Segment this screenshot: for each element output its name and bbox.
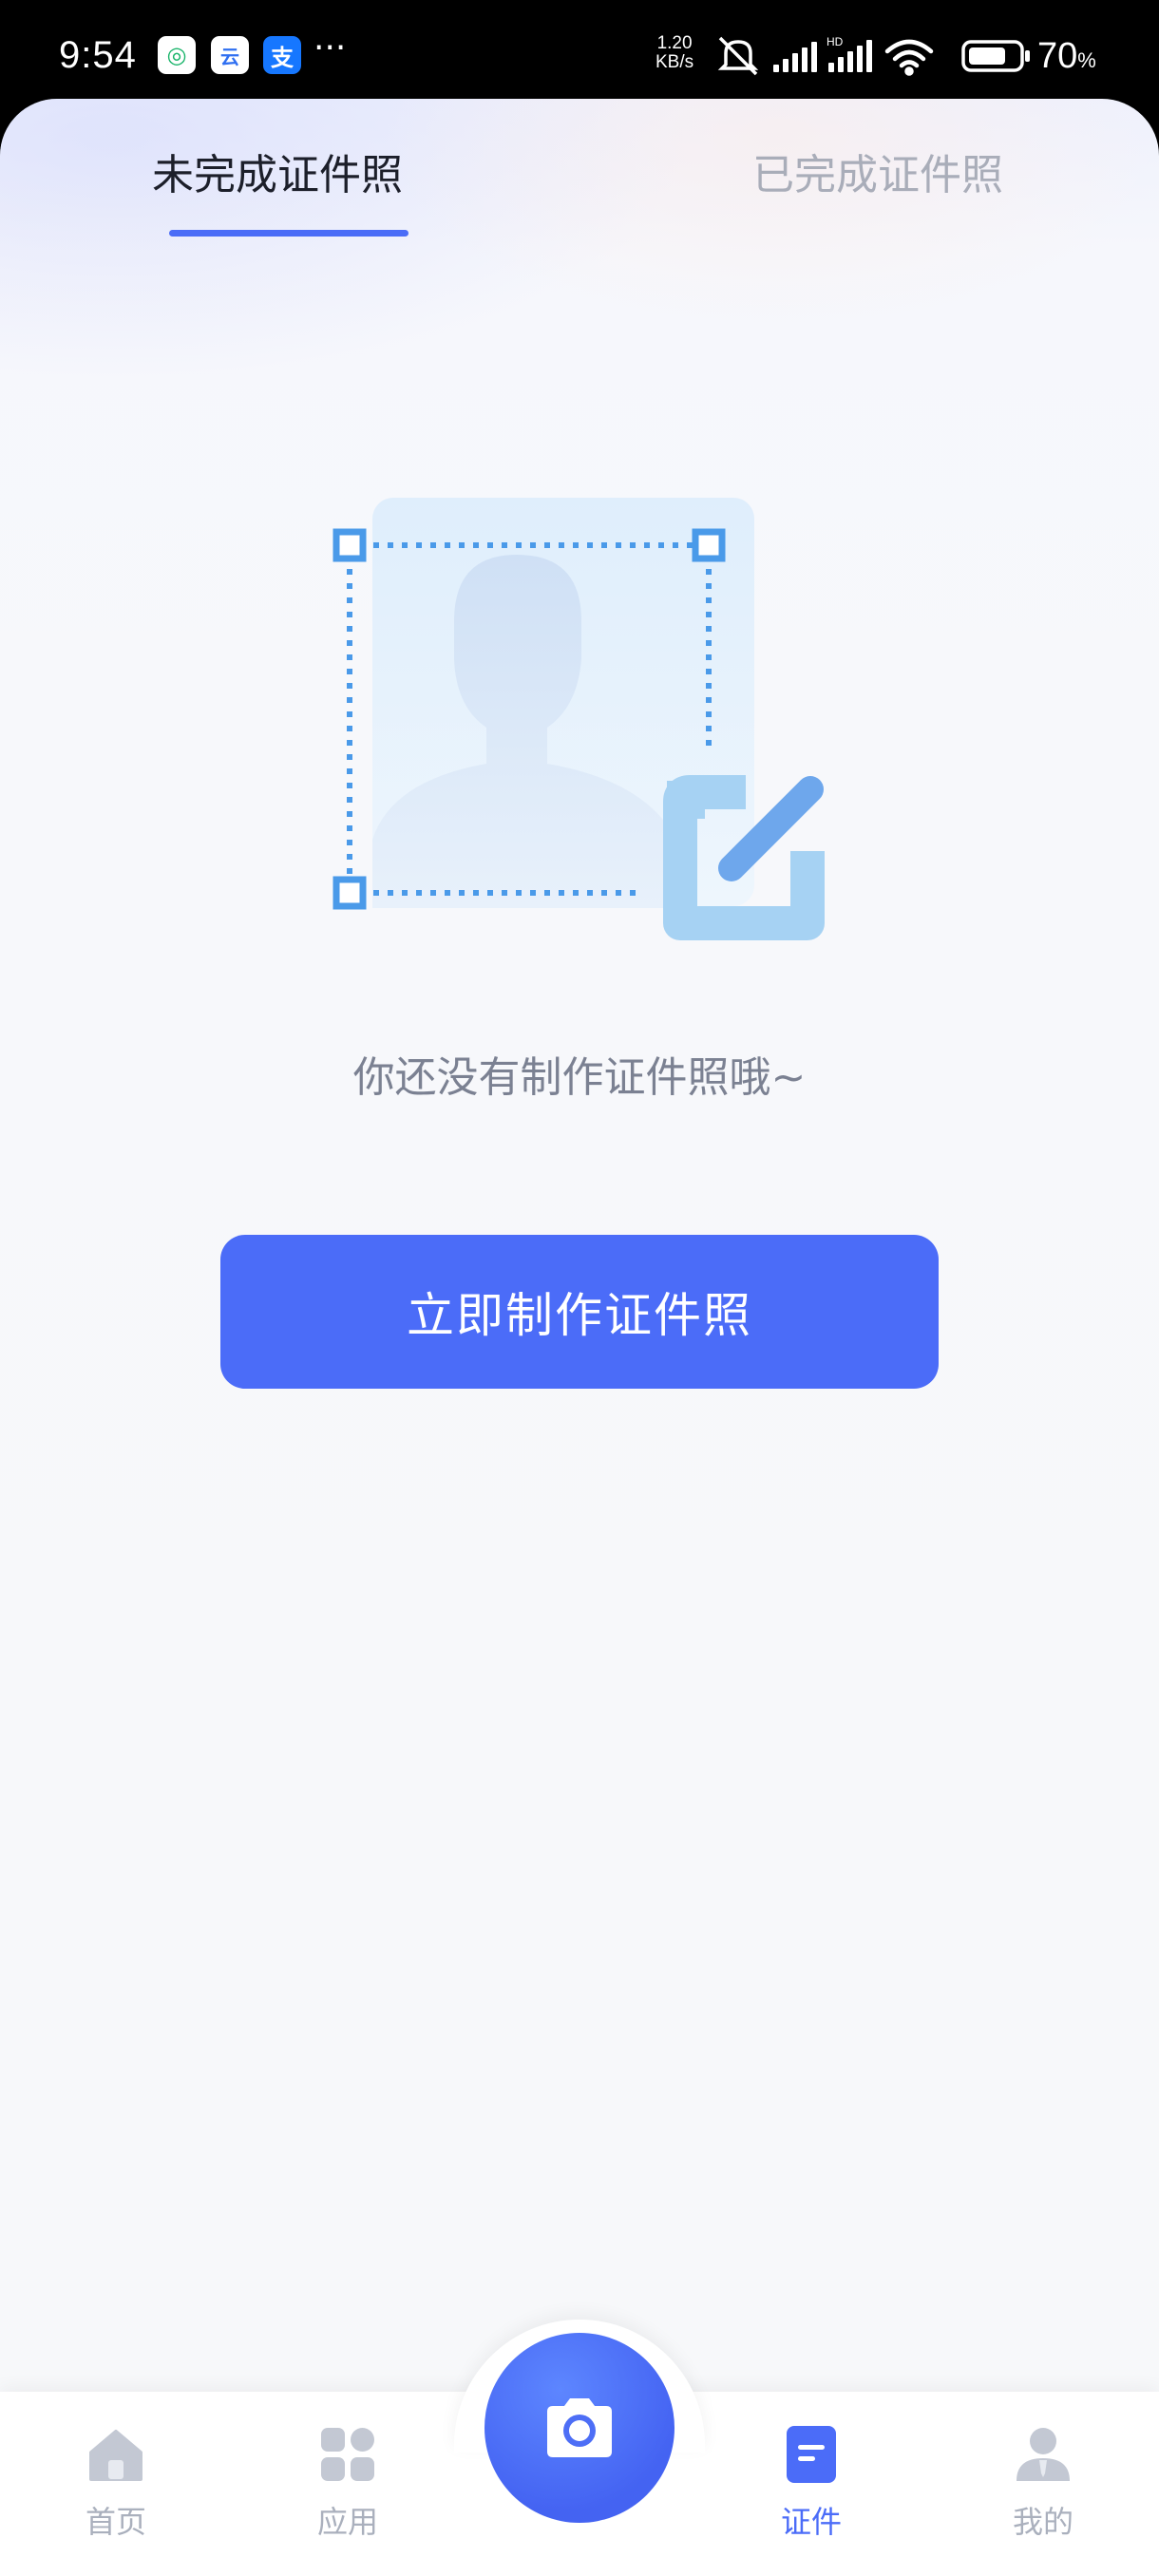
signal-icon-2: HD: [826, 35, 872, 72]
wifi-icon: [884, 39, 934, 76]
nav-label-home: 首页: [85, 2504, 146, 2540]
make-id-photo-button[interactable]: 立即制作证件照: [220, 1235, 939, 1389]
status-icons: HD: [717, 35, 1030, 76]
apps-grid-icon: [321, 2428, 374, 2481]
app-notification-icon-1: ◎: [158, 36, 196, 74]
main-sheet: 未完成证件照 已完成证件照 你还没有制作证件照哦~ 立即制作证件照: [0, 99, 1159, 2576]
nav-item-home[interactable]: 首页: [40, 2424, 192, 2557]
network-speed-value: 1.20: [656, 33, 693, 53]
empty-state-message: 你还没有制作证件照哦~: [352, 1053, 807, 1102]
battery-percent: 70%: [1037, 36, 1096, 77]
nav-label-mine: 我的: [1012, 2504, 1074, 2540]
document-icon: [787, 2426, 836, 2483]
nav-item-certificate[interactable]: 证件: [735, 2424, 887, 2557]
alipay-notification-icon: 支: [263, 36, 301, 74]
network-speed: 1.20 KB/s: [656, 34, 694, 72]
battery-icon: [961, 40, 1030, 72]
active-tab-indicator: [169, 230, 408, 237]
empty-id-photo-illustration: [332, 498, 825, 940]
tab-finished-photos[interactable]: 已完成证件照: [752, 141, 1003, 201]
nav-item-mine[interactable]: 我的: [967, 2424, 1119, 2557]
user-icon: [1016, 2428, 1070, 2481]
status-time: 9:54: [59, 34, 137, 76]
nav-label-certificate: 证件: [780, 2504, 842, 2540]
app-notification-icon-2: 云: [211, 36, 249, 74]
signal-icon-1: [773, 42, 817, 72]
battery-unit: %: [1077, 48, 1096, 72]
more-notifications-icon: ···: [314, 28, 347, 67]
status-bar: 9:54 ◎ 云 支 ··· 1.20 KB/s HD 70%: [0, 0, 1159, 112]
network-speed-unit: KB/s: [656, 52, 694, 72]
camera-button[interactable]: [484, 2333, 674, 2523]
battery-level: 70: [1037, 36, 1078, 76]
home-icon: [89, 2430, 142, 2481]
nav-item-apps[interactable]: 应用: [272, 2424, 424, 2557]
camera-icon: [547, 2398, 612, 2457]
svg-text:HD: HD: [826, 35, 844, 48]
nav-label-apps: 应用: [316, 2504, 378, 2540]
tab-unfinished-photos[interactable]: 未完成证件照: [152, 141, 403, 201]
mute-icon: [717, 36, 759, 76]
